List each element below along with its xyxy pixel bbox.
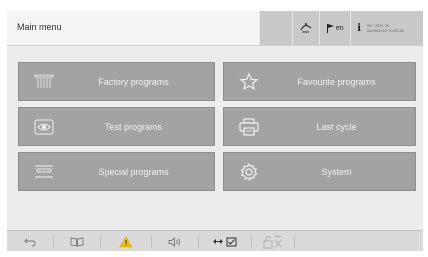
- door-button[interactable]: [199, 231, 251, 251]
- manual-button[interactable]: [54, 231, 100, 251]
- header-bar: Main menu en i 09 / 2021 09 04/05/2022 1…: [7, 11, 423, 46]
- unlock-icon: [263, 235, 282, 248]
- bottom-toolbar: [7, 230, 423, 251]
- favourite-programs-label: Favourite programs: [297, 76, 376, 87]
- info-button[interactable]: i 09 / 2021 09 04/05/2022 10:03:26: [350, 11, 423, 45]
- hand-wash-icon: [300, 23, 312, 33]
- door-lock-icon: [213, 237, 237, 247]
- warning-icon: [119, 235, 133, 247]
- warning-button[interactable]: [101, 231, 151, 251]
- gear-icon: [238, 161, 260, 183]
- hand-wash-button[interactable]: [291, 11, 320, 45]
- language-button[interactable]: en: [319, 11, 351, 45]
- page-title: Main menu: [17, 22, 62, 32]
- back-button[interactable]: [7, 231, 53, 251]
- factory-programs-icon: [33, 71, 55, 93]
- flag-icon: [326, 23, 334, 33]
- favourite-programs-button[interactable]: Favourite programs: [223, 62, 416, 101]
- eye-icon: [33, 116, 55, 138]
- info-icon: i: [357, 22, 362, 34]
- special-programs-icon: [33, 161, 55, 183]
- test-programs-button[interactable]: Test programs: [18, 107, 215, 146]
- last-cycle-label: Last cycle: [316, 121, 357, 132]
- toolbar-divider: [294, 235, 295, 248]
- unlock-button[interactable]: [252, 231, 294, 251]
- main-menu-screen: Main menu en i 09 / 2021 09 04/05/2022 1…: [7, 11, 423, 251]
- language-label: en: [335, 24, 344, 32]
- status-blank: [259, 11, 292, 45]
- status-area: en i 09 / 2021 09 04/05/2022 10:03:26: [259, 11, 423, 45]
- last-cycle-button[interactable]: Last cycle: [223, 107, 416, 146]
- datetime: 09 / 2021 09 04/05/2022 10:03:26: [367, 23, 404, 33]
- special-programs-button[interactable]: Special programs: [18, 152, 215, 191]
- system-button[interactable]: System: [223, 152, 416, 191]
- system-label: System: [321, 166, 352, 177]
- back-icon: [24, 238, 36, 246]
- special-programs-label: Special programs: [98, 166, 169, 177]
- printer-icon: [238, 116, 260, 138]
- datetime-line-2: 04/05/2022 10:03:26: [367, 28, 404, 33]
- test-programs-label: Test programs: [104, 121, 163, 132]
- book-icon: [70, 236, 84, 247]
- factory-programs-label: Factory programs: [98, 76, 169, 87]
- volume-button[interactable]: [152, 231, 198, 251]
- factory-programs-button[interactable]: Factory programs: [18, 62, 215, 101]
- volume-icon: [168, 236, 181, 247]
- star-icon: [238, 71, 260, 93]
